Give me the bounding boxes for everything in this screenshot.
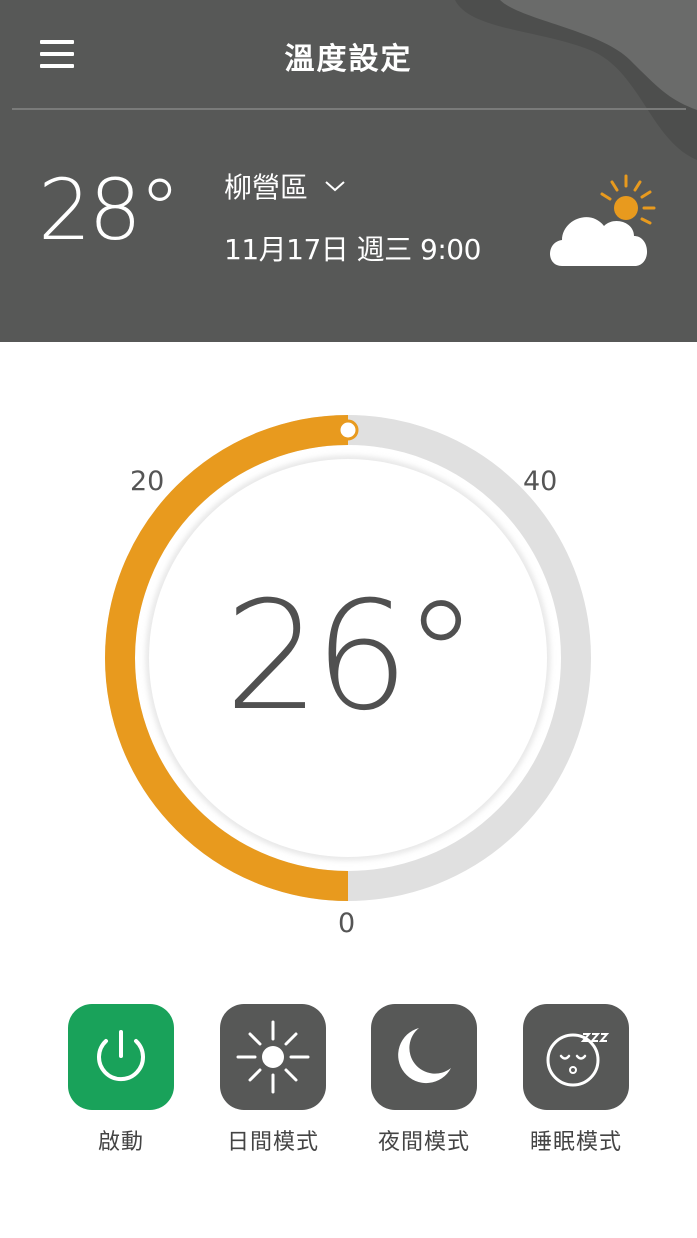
set-temperature: 26° [224, 570, 479, 744]
sleep-face-icon [546, 1033, 610, 1087]
power-button[interactable]: 啟動 [46, 1004, 196, 1156]
header-divider [12, 108, 686, 110]
partly-sunny-icon [550, 174, 656, 266]
day-mode-button[interactable]: 日間模式 [198, 1004, 348, 1156]
power-label: 啟動 [97, 1130, 144, 1155]
date-time: 11月17日 週三 9:00 [224, 233, 481, 266]
dial-label-mid: 20 [130, 466, 165, 497]
chevron-down-icon [325, 181, 345, 192]
moon-icon [398, 1028, 451, 1084]
power-tile[interactable] [68, 1004, 174, 1110]
current-temperature: 28° [38, 161, 181, 259]
sun-icon [236, 1020, 310, 1094]
sleep-mode-label: 睡眠模式 [529, 1130, 622, 1155]
page-title: 溫度設定 [284, 42, 413, 77]
dial-knob[interactable] [337, 419, 359, 441]
location-name: 柳營區 [224, 171, 309, 204]
sleep-mode-button[interactable]: 睡眠模式 [501, 1004, 651, 1156]
app-screen: 溫度設定 28° 柳營區 11月17日 週三 9:00 20 40 0 26° … [0, 0, 697, 1238]
night-mode-button[interactable]: 夜間模式 [349, 1004, 499, 1156]
day-mode-tile[interactable] [220, 1004, 326, 1110]
day-mode-label: 日間模式 [226, 1130, 319, 1155]
mode-buttons: 啟動 日間模式 夜間模式 睡眠模式 [0, 1004, 697, 1164]
sleep-mode-tile[interactable] [523, 1004, 629, 1110]
header: 溫度設定 28° 柳營區 11月17日 週三 9:00 [0, 0, 697, 342]
dial-label-min: 0 [338, 908, 356, 939]
dial-label-max: 40 [523, 466, 558, 497]
night-mode-tile[interactable] [371, 1004, 477, 1110]
night-mode-label: 夜間模式 [377, 1130, 470, 1155]
location-dropdown[interactable]: 柳營區 [224, 166, 346, 206]
temperature-dial[interactable]: 20 40 0 26° [0, 342, 697, 962]
power-icon [97, 1030, 145, 1082]
